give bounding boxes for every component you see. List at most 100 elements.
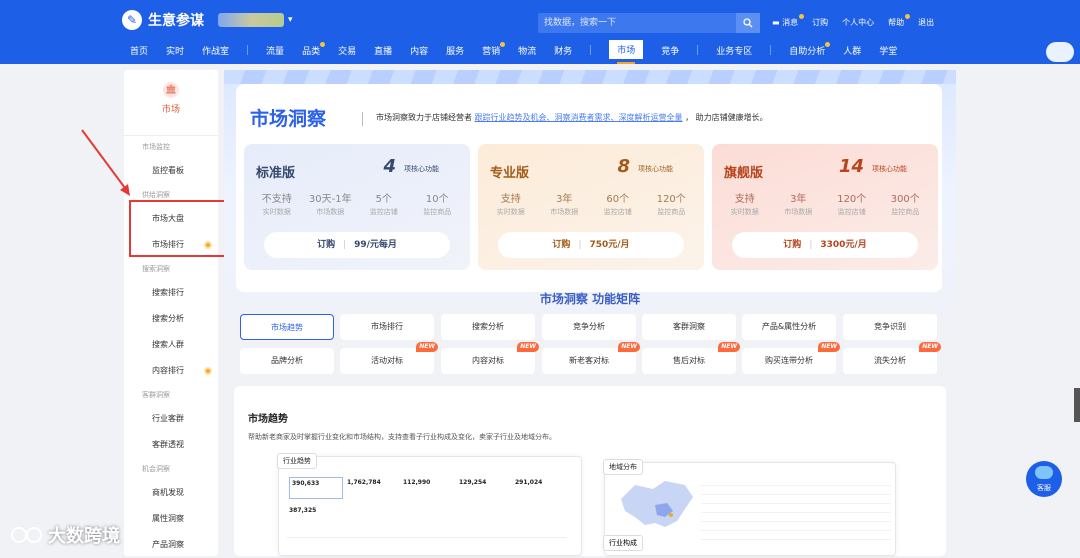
search-icon xyxy=(743,18,753,28)
sidebar-item-search-crowd[interactable]: 搜索人群 xyxy=(124,332,218,358)
search-button[interactable] xyxy=(736,13,760,33)
feature-competition-identify[interactable]: 竞争识别 xyxy=(843,314,937,340)
plan-stats: 支持 实时数据 3年 市场数据 120个 监控店铺 300个 监控商品 xyxy=(712,190,938,217)
plan-stat: 不支持 实时数据 xyxy=(261,194,292,216)
feature-cross-purchase[interactable]: 购买连带分析 NEW xyxy=(742,342,840,374)
matrix-title: 市场洞察 功能矩阵 xyxy=(539,292,641,306)
feature-product-attribute[interactable]: 产品&属性分析 xyxy=(742,314,836,340)
preview-metric: 291,024 xyxy=(515,479,543,486)
feature-brand-analysis[interactable]: 品牌分析 xyxy=(240,348,334,374)
nav-divider xyxy=(697,45,699,55)
feature-market-trend[interactable]: 市场趋势 xyxy=(240,314,334,340)
plan-stat: 30天-1年 市场数据 xyxy=(308,194,352,216)
nav-logistics[interactable]: 物流 xyxy=(518,44,536,57)
plan-stat: 3年 市场数据 xyxy=(784,194,813,216)
chevron-down-icon[interactable]: ▾ xyxy=(288,15,293,25)
table-row xyxy=(701,477,891,486)
desc-link[interactable]: 跟踪行业趋势及机会、洞察消费者需求、深度解析运营全量 xyxy=(475,113,683,122)
market-icon: 🏛 xyxy=(163,82,179,98)
nav-competition[interactable]: 竞争 xyxy=(661,44,679,57)
customer-service-button[interactable]: 客服 xyxy=(1026,461,1062,497)
china-map-icon xyxy=(621,481,693,527)
plan-stat: 支持 实时数据 xyxy=(730,194,759,216)
sidebar-item-product[interactable]: 产品洞察 xyxy=(124,532,218,558)
shop-name-blurred[interactable] xyxy=(218,13,284,27)
order-link[interactable]: 订购 xyxy=(812,17,828,28)
nav-business-zone[interactable]: 业务专区 xyxy=(716,44,752,57)
sidebar-item-search-ranking[interactable]: 搜索排行 xyxy=(124,280,218,306)
nav-content[interactable]: 内容 xyxy=(410,44,428,57)
nav-divider xyxy=(590,45,592,55)
nav-realtime[interactable]: 实时 xyxy=(166,44,184,57)
feature-aftersale-benchmark[interactable]: 售后对标 NEW xyxy=(642,342,740,374)
mail-icon: ▬ xyxy=(772,18,780,27)
new-badge: NEW xyxy=(818,342,840,352)
sidebar-group-label: 机会洞察 xyxy=(142,465,170,473)
table-row xyxy=(701,513,891,522)
table-row xyxy=(701,486,891,495)
nav-live[interactable]: 直播 xyxy=(374,44,392,57)
sidebar-item-search-analysis[interactable]: 搜索分析 xyxy=(124,306,218,332)
feature-activity-benchmark[interactable]: 活动对标 NEW xyxy=(340,342,438,374)
main-content: 市场洞察 市场洞察致力于店铺经营者 跟踪行业趋势及机会、洞察消费者需求、深度解析… xyxy=(224,70,956,556)
feature-competition-analysis[interactable]: 竞争分析 xyxy=(542,314,636,340)
feature-customer-benchmark[interactable]: 新老客对标 NEW xyxy=(542,342,640,374)
nav-marketing[interactable]: 营销 xyxy=(482,41,506,57)
feature-content-benchmark[interactable]: 内容对标 NEW xyxy=(441,342,539,374)
hero-banner-stripes xyxy=(224,70,956,84)
plan-feature-count: 8 xyxy=(617,156,630,177)
scrollbar-thumb[interactable] xyxy=(1074,388,1080,422)
nav-traffic[interactable]: 流量 xyxy=(266,44,284,57)
feature-crowd-insight[interactable]: 客群洞察 xyxy=(642,314,736,340)
annotation-arrow xyxy=(81,129,130,196)
sidebar-item-attribute[interactable]: 属性洞察 xyxy=(124,506,218,532)
nav-self-analysis[interactable]: 自助分析 xyxy=(789,41,831,57)
logout-link[interactable]: 退出 xyxy=(918,17,934,28)
cloud-icon[interactable] xyxy=(1046,42,1074,62)
plan-stat: 3年 市场数据 xyxy=(550,194,579,216)
nav-finance[interactable]: 财务 xyxy=(554,44,572,57)
preview-metric: 387,325 xyxy=(289,507,317,514)
plan-feature-count: 4 xyxy=(383,156,396,177)
help-link[interactable]: 帮助 xyxy=(888,14,911,28)
section-title: 市场趋势 xyxy=(248,414,288,425)
plan-name: 旗舰版 xyxy=(724,166,764,181)
profile-link[interactable]: 个人中心 xyxy=(842,17,874,28)
plan-card-standard: 标准版 4 项核心功能 不支持 实时数据 30天-1年 市场数据 5个 监控店铺 10… xyxy=(244,144,470,270)
title-divider xyxy=(362,112,363,126)
nav-market[interactable]: 市场 xyxy=(609,40,644,64)
logo-icon: ✎ xyxy=(122,10,142,30)
feature-churn-analysis[interactable]: 流失分析 NEW xyxy=(843,342,941,374)
sidebar-item-content-ranking[interactable]: 内容排行 xyxy=(124,358,218,384)
preview-tab: 行业趋势 xyxy=(277,453,317,469)
plan-card-pro: 专业版 8 项核心功能 支持 实时数据 3年 市场数据 60个 监控店铺 120个 监控… xyxy=(478,144,704,270)
sidebar-group-label: 客群洞察 xyxy=(142,391,170,399)
notify-dot xyxy=(799,14,805,19)
nav-war-room[interactable]: 作战室 xyxy=(202,44,229,57)
sidebar-item-opportunity[interactable]: 商机发现 xyxy=(124,480,218,506)
message-link[interactable]: ▬ 消息 xyxy=(772,14,805,28)
nav-crowd[interactable]: 人群 xyxy=(843,44,861,57)
logo[interactable]: ✎ 生意参谋 ▾ xyxy=(122,10,293,30)
feature-search-analysis[interactable]: 搜索分析 xyxy=(441,314,535,340)
plan-feature-label: 项核心功能 xyxy=(872,165,907,173)
nav-divider xyxy=(770,45,772,55)
app-name: 生意参谋 xyxy=(148,13,204,29)
search-box xyxy=(538,13,760,33)
nav-service[interactable]: 服务 xyxy=(446,44,464,57)
sidebar-item-industry-crowd[interactable]: 行业客群 xyxy=(124,406,218,432)
sidebar-item-crowd-insight[interactable]: 客群透视 xyxy=(124,432,218,458)
nav-category[interactable]: 品类 xyxy=(302,41,326,57)
new-badge: NEW xyxy=(618,342,640,352)
new-badge: NEW xyxy=(718,342,740,352)
industry-trend-preview: 行业趋势 390,633 1,762,784 112,990 129,254 2… xyxy=(277,453,582,556)
order-button-pro[interactable]: 订购 | 750元/月 xyxy=(498,232,684,258)
order-button-flagship[interactable]: 订购 | 3300元/月 xyxy=(732,232,918,258)
nav-academy[interactable]: 学堂 xyxy=(879,44,897,57)
nav-trade[interactable]: 交易 xyxy=(338,44,356,57)
order-button-standard[interactable]: 订购 | 99/元每月 xyxy=(264,232,450,258)
search-input[interactable] xyxy=(538,13,736,33)
feature-market-ranking[interactable]: 市场排行 xyxy=(340,314,434,340)
nav-home[interactable]: 首页 xyxy=(130,44,148,57)
plan-feature-label: 项核心功能 xyxy=(404,165,439,173)
